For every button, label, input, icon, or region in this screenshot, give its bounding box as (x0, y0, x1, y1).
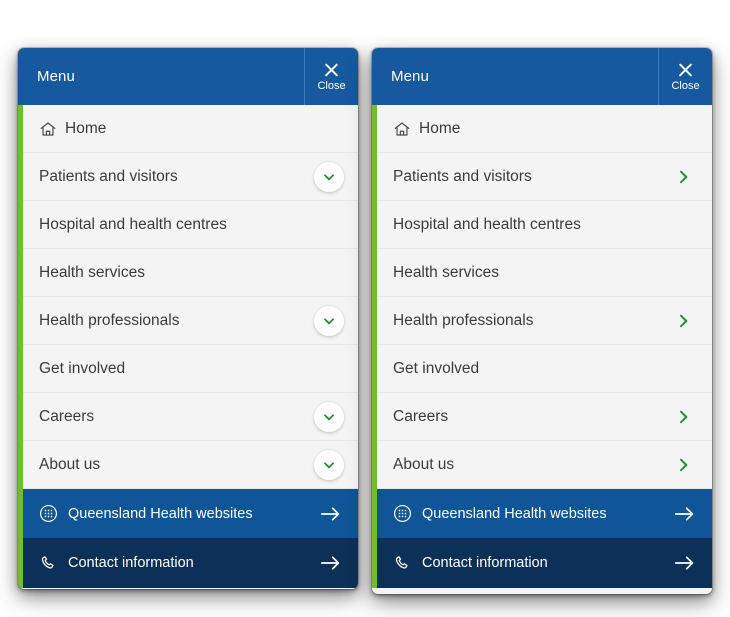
menu-header: Menu Close (18, 48, 358, 105)
close-button-label: Close (317, 79, 346, 92)
arrow-right-icon (320, 556, 340, 570)
nav-item-label: About us (39, 455, 101, 473)
nav-item-label: Home (419, 119, 461, 137)
chevron-down-icon[interactable] (314, 305, 344, 336)
nav-item-about-us[interactable]: About us (18, 441, 358, 489)
nav-item-health-services[interactable]: Health services (18, 249, 358, 297)
arrow-right-icon (674, 556, 694, 570)
nav-item-careers[interactable]: Careers (18, 393, 358, 441)
chevron-right-icon[interactable] (672, 406, 694, 428)
nav-item-health-services[interactable]: Health services (372, 249, 712, 297)
nav-item-label: Home (65, 119, 107, 137)
nav-item-label: Health services (393, 263, 499, 281)
nav-item-label: Hospital and health centres (393, 215, 581, 233)
nav-item-get-involved[interactable]: Get involved (18, 345, 358, 393)
nav-item-patients-and-visitors[interactable]: Patients and visitors (18, 153, 358, 201)
nav-item-label: Patients and visitors (393, 167, 532, 185)
nav-list-right: Home Patients and visitors Hospital and … (372, 105, 712, 588)
nav-item-contact-information[interactable]: Contact information (18, 538, 358, 588)
chevron-right-icon[interactable] (672, 310, 694, 332)
arrow-right-icon (674, 506, 694, 521)
chevron-down-icon[interactable] (314, 401, 344, 432)
nav-item-label: About us (393, 455, 455, 473)
phone-icon (41, 555, 54, 569)
home-icon (394, 121, 410, 136)
nav-item-careers[interactable]: Careers (372, 393, 712, 441)
grid-circle-icon (393, 504, 412, 523)
close-button[interactable]: Close (304, 48, 358, 105)
chevron-down-icon[interactable] (314, 449, 344, 480)
nav-item-health-professionals[interactable]: Health professionals (372, 297, 712, 345)
close-x-icon (677, 62, 694, 79)
nav-item-get-involved[interactable]: Get involved (372, 345, 712, 393)
nav-item-contact-information[interactable]: Contact information (372, 538, 712, 588)
nav-item-queensland-health-websites[interactable]: Queensland Health websites (18, 489, 358, 538)
nav-item-home[interactable]: Home (18, 105, 358, 153)
nav-item-label: Contact information (68, 555, 194, 571)
nav-list-left: Home Patients and visitors Hospital and … (18, 105, 358, 588)
chevron-right-icon[interactable] (672, 166, 694, 188)
menu-title: Menu (391, 68, 429, 85)
nav-item-label: Contact information (422, 555, 548, 571)
green-accent-rail (18, 105, 23, 588)
grid-circle-icon (39, 504, 58, 523)
nav-item-label: Health services (39, 263, 145, 281)
close-button-label: Close (671, 79, 700, 92)
menu-panel-circle-variant: Menu Close Home Patients and visitors Ho… (18, 48, 358, 589)
nav-item-label: Hospital and health centres (39, 215, 227, 233)
home-icon (40, 121, 56, 136)
green-accent-rail (372, 105, 377, 588)
nav-item-hospital-and-health-centres[interactable]: Hospital and health centres (372, 201, 712, 249)
nav-item-hospital-and-health-centres[interactable]: Hospital and health centres (18, 201, 358, 249)
chevron-down-icon[interactable] (314, 161, 344, 192)
nav-item-label: Careers (39, 407, 95, 425)
nav-item-queensland-health-websites[interactable]: Queensland Health websites (372, 489, 712, 538)
chevron-right-icon[interactable] (672, 454, 694, 476)
nav-item-label: Get involved (39, 359, 126, 377)
nav-item-label: Queensland Health websites (68, 505, 253, 522)
nav-item-home[interactable]: Home (372, 105, 712, 153)
menu-title: Menu (37, 68, 75, 85)
nav-item-label: Queensland Health websites (422, 505, 607, 522)
close-button[interactable]: Close (658, 48, 712, 105)
nav-item-label: Patients and visitors (39, 167, 178, 185)
nav-item-label: Health professionals (393, 311, 534, 329)
nav-item-label: Careers (393, 407, 449, 425)
nav-item-health-professionals[interactable]: Health professionals (18, 297, 358, 345)
nav-item-about-us[interactable]: About us (372, 441, 712, 489)
phone-icon (395, 555, 408, 569)
menu-header: Menu Close (372, 48, 712, 105)
nav-item-label: Get involved (393, 359, 480, 377)
arrow-right-icon (320, 506, 340, 521)
nav-item-patients-and-visitors[interactable]: Patients and visitors (372, 153, 712, 201)
nav-item-label: Health professionals (39, 311, 180, 329)
close-x-icon (323, 62, 340, 79)
screenshot-stage: Menu Close Home Patients and visitors Ho… (0, 0, 730, 617)
menu-panel-plain-variant: Menu Close Home Patients and visitors Ho… (372, 48, 712, 594)
